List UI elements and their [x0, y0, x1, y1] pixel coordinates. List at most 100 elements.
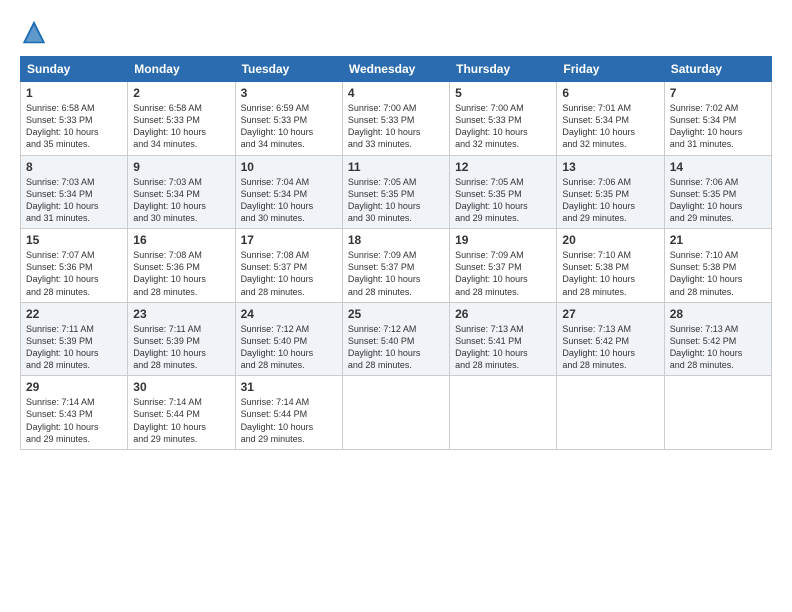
calendar-week-row: 15 Sunrise: 7:07 AMSunset: 5:36 PMDaylig… — [21, 229, 772, 303]
calendar-day-cell: 25 Sunrise: 7:12 AMSunset: 5:40 PMDaylig… — [342, 302, 449, 376]
logo-icon — [20, 18, 48, 46]
day-info: Sunrise: 7:00 AMSunset: 5:33 PMDaylight:… — [348, 103, 421, 149]
calendar-day-cell: 20 Sunrise: 7:10 AMSunset: 5:38 PMDaylig… — [557, 229, 664, 303]
day-info: Sunrise: 7:12 AMSunset: 5:40 PMDaylight:… — [348, 324, 421, 370]
calendar-day-header: Friday — [557, 57, 664, 82]
calendar-week-row: 29 Sunrise: 7:14 AMSunset: 5:43 PMDaylig… — [21, 376, 772, 450]
page: SundayMondayTuesdayWednesdayThursdayFrid… — [0, 0, 792, 612]
header — [20, 18, 772, 46]
calendar-day-cell: 30 Sunrise: 7:14 AMSunset: 5:44 PMDaylig… — [128, 376, 235, 450]
calendar-day-cell: 23 Sunrise: 7:11 AMSunset: 5:39 PMDaylig… — [128, 302, 235, 376]
day-info: Sunrise: 7:10 AMSunset: 5:38 PMDaylight:… — [670, 250, 743, 296]
day-info: Sunrise: 7:09 AMSunset: 5:37 PMDaylight:… — [455, 250, 528, 296]
calendar-day-cell: 10 Sunrise: 7:04 AMSunset: 5:34 PMDaylig… — [235, 155, 342, 229]
day-number: 21 — [670, 233, 766, 247]
day-number: 17 — [241, 233, 337, 247]
day-number: 19 — [455, 233, 551, 247]
calendar-day-cell: 3 Sunrise: 6:59 AMSunset: 5:33 PMDayligh… — [235, 82, 342, 156]
day-info: Sunrise: 7:00 AMSunset: 5:33 PMDaylight:… — [455, 103, 528, 149]
calendar-day-cell: 12 Sunrise: 7:05 AMSunset: 5:35 PMDaylig… — [450, 155, 557, 229]
day-number: 14 — [670, 160, 766, 174]
calendar-day-cell: 24 Sunrise: 7:12 AMSunset: 5:40 PMDaylig… — [235, 302, 342, 376]
calendar-day-cell: 15 Sunrise: 7:07 AMSunset: 5:36 PMDaylig… — [21, 229, 128, 303]
day-info: Sunrise: 7:02 AMSunset: 5:34 PMDaylight:… — [670, 103, 743, 149]
calendar-day-header: Thursday — [450, 57, 557, 82]
calendar-day-cell: 21 Sunrise: 7:10 AMSunset: 5:38 PMDaylig… — [664, 229, 771, 303]
day-info: Sunrise: 7:06 AMSunset: 5:35 PMDaylight:… — [670, 177, 743, 223]
day-number: 28 — [670, 307, 766, 321]
day-number: 22 — [26, 307, 122, 321]
day-info: Sunrise: 7:03 AMSunset: 5:34 PMDaylight:… — [26, 177, 99, 223]
day-number: 4 — [348, 86, 444, 100]
calendar-day-cell: 5 Sunrise: 7:00 AMSunset: 5:33 PMDayligh… — [450, 82, 557, 156]
calendar-day-cell: 22 Sunrise: 7:11 AMSunset: 5:39 PMDaylig… — [21, 302, 128, 376]
day-number: 27 — [562, 307, 658, 321]
day-info: Sunrise: 7:14 AMSunset: 5:44 PMDaylight:… — [241, 397, 314, 443]
day-info: Sunrise: 6:59 AMSunset: 5:33 PMDaylight:… — [241, 103, 314, 149]
day-info: Sunrise: 7:04 AMSunset: 5:34 PMDaylight:… — [241, 177, 314, 223]
calendar-empty-cell — [664, 376, 771, 450]
day-info: Sunrise: 6:58 AMSunset: 5:33 PMDaylight:… — [26, 103, 99, 149]
day-info: Sunrise: 7:11 AMSunset: 5:39 PMDaylight:… — [133, 324, 206, 370]
day-number: 16 — [133, 233, 229, 247]
calendar-header-row: SundayMondayTuesdayWednesdayThursdayFrid… — [21, 57, 772, 82]
day-number: 26 — [455, 307, 551, 321]
calendar-day-cell: 9 Sunrise: 7:03 AMSunset: 5:34 PMDayligh… — [128, 155, 235, 229]
day-info: Sunrise: 7:13 AMSunset: 5:42 PMDaylight:… — [562, 324, 635, 370]
day-info: Sunrise: 7:05 AMSunset: 5:35 PMDaylight:… — [348, 177, 421, 223]
day-info: Sunrise: 7:12 AMSunset: 5:40 PMDaylight:… — [241, 324, 314, 370]
calendar-day-cell: 4 Sunrise: 7:00 AMSunset: 5:33 PMDayligh… — [342, 82, 449, 156]
calendar-empty-cell — [450, 376, 557, 450]
calendar-day-cell: 17 Sunrise: 7:08 AMSunset: 5:37 PMDaylig… — [235, 229, 342, 303]
calendar-day-header: Wednesday — [342, 57, 449, 82]
day-number: 6 — [562, 86, 658, 100]
calendar-day-header: Tuesday — [235, 57, 342, 82]
day-number: 13 — [562, 160, 658, 174]
day-number: 31 — [241, 380, 337, 394]
day-info: Sunrise: 7:07 AMSunset: 5:36 PMDaylight:… — [26, 250, 99, 296]
calendar-day-cell: 6 Sunrise: 7:01 AMSunset: 5:34 PMDayligh… — [557, 82, 664, 156]
day-info: Sunrise: 7:03 AMSunset: 5:34 PMDaylight:… — [133, 177, 206, 223]
calendar-day-cell: 11 Sunrise: 7:05 AMSunset: 5:35 PMDaylig… — [342, 155, 449, 229]
calendar-day-cell: 13 Sunrise: 7:06 AMSunset: 5:35 PMDaylig… — [557, 155, 664, 229]
calendar-week-row: 1 Sunrise: 6:58 AMSunset: 5:33 PMDayligh… — [21, 82, 772, 156]
day-number: 2 — [133, 86, 229, 100]
day-number: 10 — [241, 160, 337, 174]
calendar-day-cell: 28 Sunrise: 7:13 AMSunset: 5:42 PMDaylig… — [664, 302, 771, 376]
logo — [20, 18, 52, 46]
calendar-day-cell: 1 Sunrise: 6:58 AMSunset: 5:33 PMDayligh… — [21, 82, 128, 156]
calendar-week-row: 8 Sunrise: 7:03 AMSunset: 5:34 PMDayligh… — [21, 155, 772, 229]
calendar-day-cell: 8 Sunrise: 7:03 AMSunset: 5:34 PMDayligh… — [21, 155, 128, 229]
day-number: 11 — [348, 160, 444, 174]
day-number: 15 — [26, 233, 122, 247]
day-number: 23 — [133, 307, 229, 321]
calendar-day-cell: 26 Sunrise: 7:13 AMSunset: 5:41 PMDaylig… — [450, 302, 557, 376]
calendar-week-row: 22 Sunrise: 7:11 AMSunset: 5:39 PMDaylig… — [21, 302, 772, 376]
day-info: Sunrise: 7:11 AMSunset: 5:39 PMDaylight:… — [26, 324, 99, 370]
day-number: 3 — [241, 86, 337, 100]
day-info: Sunrise: 7:01 AMSunset: 5:34 PMDaylight:… — [562, 103, 635, 149]
calendar-day-cell: 16 Sunrise: 7:08 AMSunset: 5:36 PMDaylig… — [128, 229, 235, 303]
day-number: 24 — [241, 307, 337, 321]
day-number: 29 — [26, 380, 122, 394]
calendar-day-header: Saturday — [664, 57, 771, 82]
calendar-day-cell: 18 Sunrise: 7:09 AMSunset: 5:37 PMDaylig… — [342, 229, 449, 303]
day-info: Sunrise: 7:14 AMSunset: 5:44 PMDaylight:… — [133, 397, 206, 443]
calendar-day-cell: 19 Sunrise: 7:09 AMSunset: 5:37 PMDaylig… — [450, 229, 557, 303]
calendar-day-cell: 2 Sunrise: 6:58 AMSunset: 5:33 PMDayligh… — [128, 82, 235, 156]
calendar-day-header: Sunday — [21, 57, 128, 82]
day-number: 25 — [348, 307, 444, 321]
calendar-day-cell: 31 Sunrise: 7:14 AMSunset: 5:44 PMDaylig… — [235, 376, 342, 450]
day-info: Sunrise: 7:06 AMSunset: 5:35 PMDaylight:… — [562, 177, 635, 223]
day-number: 18 — [348, 233, 444, 247]
day-info: Sunrise: 7:09 AMSunset: 5:37 PMDaylight:… — [348, 250, 421, 296]
calendar-day-cell: 7 Sunrise: 7:02 AMSunset: 5:34 PMDayligh… — [664, 82, 771, 156]
calendar-day-cell: 14 Sunrise: 7:06 AMSunset: 5:35 PMDaylig… — [664, 155, 771, 229]
calendar-day-cell: 29 Sunrise: 7:14 AMSunset: 5:43 PMDaylig… — [21, 376, 128, 450]
day-number: 9 — [133, 160, 229, 174]
day-number: 1 — [26, 86, 122, 100]
day-number: 8 — [26, 160, 122, 174]
day-info: Sunrise: 7:13 AMSunset: 5:41 PMDaylight:… — [455, 324, 528, 370]
calendar-empty-cell — [342, 376, 449, 450]
day-number: 20 — [562, 233, 658, 247]
